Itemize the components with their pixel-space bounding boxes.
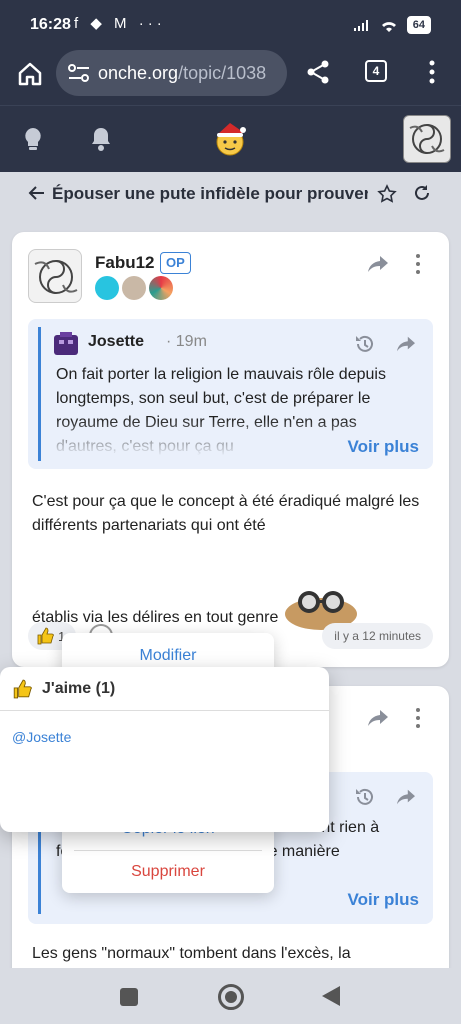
site-header [0,105,461,172]
status-time: 16:28 [30,16,71,33]
bell-icon[interactable] [89,126,113,152]
thumbs-up-icon [13,679,32,699]
dragon-avatar-icon [409,124,445,154]
post-menu-icon[interactable] [412,252,424,276]
quote-time: · 19m [166,333,207,350]
stars-badge-icon [95,276,119,300]
browser-menu-icon[interactable] [422,58,442,86]
modify-menu-item[interactable]: Modifier [62,647,274,665]
share-arrow-icon[interactable] [367,708,389,728]
thumbs-up-icon [37,627,54,645]
share-arrow-icon[interactable] [396,335,416,353]
site-settings-icon[interactable] [68,64,90,82]
history-icon[interactable] [354,333,376,355]
see-more-link[interactable]: Voir plus [348,890,419,910]
system-nav-bar [0,968,461,1024]
lightbulb-icon[interactable] [22,126,44,152]
url-domain: onche.org [98,62,179,83]
post-menu-icon[interactable] [412,706,424,730]
delete-menu-item[interactable]: Supprimer [62,863,274,881]
menu-divider [74,850,262,851]
refresh-icon[interactable] [413,184,431,202]
status-indicators: 64 [353,16,431,34]
home-nav-icon[interactable] [218,984,244,1010]
topic-title-bar: Épouser une pute infidèle pour prouver [0,172,461,216]
post-card: Fabu12 OP Josette · 19m On fait porter l… [12,232,449,667]
user-avatar[interactable] [403,115,451,163]
share-arrow-icon[interactable] [367,254,389,274]
post-text: C'est pour ça que le concept à été éradi… [32,493,420,534]
user-badges [95,276,173,300]
quote-author[interactable]: Josette [88,333,144,351]
browser-toolbar: onche.org/topic/1038 4 [0,50,461,105]
post-text: Les gens "normaux" tombent dans l'excès,… [32,945,351,962]
quote-bar [38,327,41,461]
likes-popover-header: J'aime (1) [0,667,329,711]
back-nav-icon[interactable] [322,986,340,1006]
battery-icon: 64 [406,16,431,34]
recent-apps-icon[interactable] [120,988,138,1006]
home-icon[interactable] [14,58,46,90]
topic-title: Épouser une pute infidèle pour prouver [52,184,368,203]
back-arrow-icon[interactable] [28,184,46,202]
url-path: /topic/1038 [178,62,267,83]
favorite-star-icon[interactable] [377,184,397,204]
op-badge: OP [160,252,191,274]
history-icon[interactable] [354,786,376,808]
post-timestamp: il y a 12 minutes [322,623,433,649]
wifi-icon [381,21,396,32]
likes-popover: J'aime (1) @Josette [0,667,329,832]
status-bar: 16:28 f ◆ M ··· 64 [0,0,461,50]
share-icon[interactable] [304,58,332,86]
colorful-badge-icon [149,276,173,300]
site-logo-icon[interactable] [211,120,249,158]
quote-block: Josette · 19m On fait porter la religion… [28,319,433,469]
dragon-avatar-icon [34,260,78,294]
post-author-name[interactable]: Fabu12 [95,253,155,273]
status-app-icons: f ◆ M ··· [74,15,166,32]
portrait-badge-icon [122,276,146,300]
liker-username[interactable]: @Josette [12,729,71,745]
post-author-avatar[interactable] [28,249,82,303]
url-bar[interactable]: onche.org/topic/1038 [56,50,287,96]
quote-author-avatar-icon [54,332,78,355]
signal-icon [353,20,368,31]
likes-title: J'aime (1) [42,680,116,697]
share-arrow-icon[interactable] [396,788,416,806]
see-more-link[interactable]: Voir plus [348,437,419,457]
tab-switcher-button[interactable]: 4 [365,60,387,82]
